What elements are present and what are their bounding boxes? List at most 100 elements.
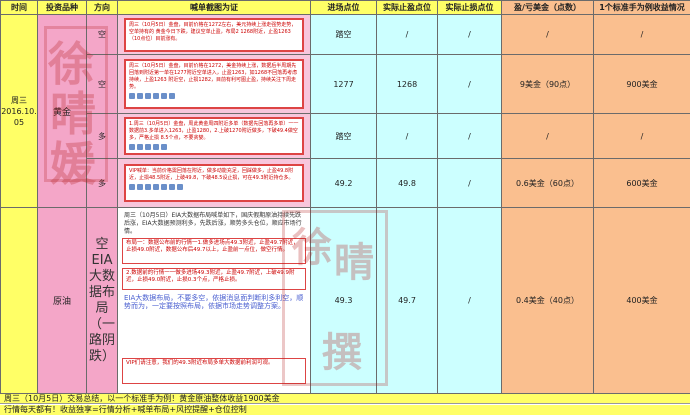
pnl-value: / (546, 131, 549, 141)
crude-variety: 原油 (52, 297, 71, 307)
sl-cell: / (437, 207, 502, 394)
direction-cell: 多 (86, 113, 118, 159)
table-row: 多 1.周三（10月5日）金盘，周此黄金周四附近多单（数据先回落再多单）一一数据… (1, 113, 690, 159)
std-cell: 900美金 (593, 54, 690, 114)
direction-value: 多 (98, 131, 106, 141)
summary-footer: 周三（10月5日）交易总结，以一个标准手为例！黄金原油整体收益1900美金 (0, 394, 690, 404)
proof-cell: 周三（10月5日）金盘，目前价格在1272左右，美元持续上涨走强势走势，空单持有… (117, 14, 311, 55)
direction-cell: 空 (86, 14, 118, 55)
crude-note-box-1: 布局一：数据公布前的行情一1.做多进场点49.3附近，止盈49.7附近，止损49… (122, 238, 306, 264)
crude-note-eia: EIA大数据布局，不要多空，依据消息面判断利多利空，顺势而为，一定要按照布局，依… (124, 294, 304, 310)
header-row: 时间 投资品种 方向 喊单截图为证 进场点位 实际止盈点位 实际止损点位 盈/亏… (0, 0, 690, 15)
pnl-cell: / (501, 14, 594, 55)
share-icons (129, 144, 299, 151)
direction-value: 多 (98, 178, 106, 188)
screenshot-image: 周三（10月5日）金盘，目前价格在1272左右，美元持续上涨走强势走势，空单持有… (124, 18, 304, 52)
slogan-footer: 行情每天都有！收益独享=行情分析+喊单布局+风控提醒+仓位控制 (0, 405, 690, 415)
date-cell-empty (0, 207, 38, 394)
share-icons (129, 93, 299, 100)
tp-value: 1268 (396, 79, 418, 89)
entry-value: 49.3 (334, 296, 353, 305)
crude-note-box-2: 2.数据前的行情一一做多进场49.3附近，止盈49.7附近，上破49.9附近，止… (122, 268, 306, 290)
screenshot-text: 周三（10月5日）金盘，目前价格在1272，美金持续上涨，数据后半周期先回落到附… (129, 63, 298, 90)
tp-cell: / (376, 14, 438, 55)
gold-variety-cell: 黄金 (37, 14, 87, 208)
direction-value: 空 (98, 30, 106, 39)
tp-value: / (405, 30, 409, 39)
crude-direction: 空 EIA大数据布局（一路阴跌） (88, 236, 115, 364)
header-variety: 投资品种 (37, 0, 87, 15)
sl-cell: / (437, 54, 502, 114)
std-cell: / (593, 113, 690, 159)
header-stop-loss: 实际止损点位 (437, 0, 502, 15)
std-cell: 600美金 (593, 158, 690, 208)
entry-cell: 踏空 (310, 113, 377, 159)
pnl-value: 9美金（90点） (519, 79, 576, 89)
tp-cell: 49.7 (376, 207, 438, 394)
crude-note-intro: 周三（10月5日）EIA大数据布局喊单如下，国庆假期原油持续先跌后涨，EIA大数… (124, 212, 302, 235)
date-text: 周三 2016.10. 05 (1, 95, 37, 127)
crude-variety-cell: 原油 (37, 207, 87, 394)
entry-value: 49.2 (334, 178, 353, 188)
sl-value: / (468, 131, 471, 141)
date-cell: 周三 2016.10. 05 (0, 14, 38, 208)
std-value: 600美金 (626, 178, 658, 188)
sl-value: / (468, 178, 471, 188)
header-take-profit: 实际止盈点位 (376, 0, 438, 15)
table-row: 周三 2016.10. 05 黄金 空 周三（10月5日）金盘，目前价格在127… (0, 14, 690, 208)
sl-cell: / (437, 113, 502, 159)
header-time: 时间 (0, 0, 38, 15)
share-icons (129, 184, 299, 191)
entry-cell: 1277 (310, 54, 377, 114)
screenshot-text: 1.周三（10月5日）金盘，周此黄金周四附近多单（数据先回落再多单）一一数据前3… (129, 121, 299, 141)
header-pnl: 盈/亏美金（点数） (501, 0, 594, 15)
table-row: 原油 空 EIA大数据布局（一路阴跌） 周三（10月5日）EIA大数据布局喊单如… (0, 207, 690, 394)
std-value: 400美金 (626, 296, 658, 305)
entry-value: 1277 (333, 79, 354, 89)
table-row: 多 VIP喊单：当前价格需回落在附近，做多动能充足，回踩做多，止盈49.8附近，… (1, 158, 690, 208)
direction-value: 空 (98, 79, 106, 89)
sl-value: / (468, 79, 471, 89)
header-direction: 方向 (86, 0, 118, 15)
std-cell: 400美金 (593, 207, 690, 394)
sl-cell: / (437, 14, 502, 55)
std-value: / (640, 30, 644, 39)
direction-cell: 多 (86, 158, 118, 208)
proof-cell: VIP喊单：当前价格需回落在附近，做多动能充足，回踩做多，止盈49.8附近，止损… (117, 158, 311, 208)
screenshot-image: VIP喊单：当前价格需回落在附近，做多动能充足，回踩做多，止盈49.8附近，止损… (124, 164, 304, 202)
std-value: / (640, 131, 644, 141)
pnl-cell: 9美金（90点） (501, 54, 594, 114)
std-value: 900美金 (626, 79, 658, 89)
pnl-value: 0.4美金（40点） (516, 296, 579, 305)
sl-cell: / (437, 158, 502, 208)
screenshot-image: 周三（10月5日）金盘，目前价格在1272，美金持续上涨，数据后半周期先回落到附… (124, 59, 304, 109)
pnl-cell: 0.6美金（60点） (501, 158, 594, 208)
direction-cell: 空 (86, 54, 118, 114)
entry-value: 踏空 (335, 131, 352, 141)
entry-value: 踏空 (335, 30, 352, 39)
pnl-cell: / (501, 113, 594, 159)
proof-cell: 周三（10月5日）金盘，目前价格在1272，美金持续上涨，数据后半周期先回落到附… (117, 54, 311, 114)
table-row: 空 周三（10月5日）金盘，目前价格在1272，美金持续上涨，数据后半周期先回落… (1, 54, 690, 114)
tp-value: / (405, 131, 409, 141)
tp-cell: 49.8 (376, 158, 438, 208)
pnl-value: / (546, 30, 549, 39)
screenshot-text: VIP喊单：当前价格需回落在附近，做多动能充足，回踩做多，止盈49.8附近，止损… (129, 168, 294, 181)
trade-record-table: 时间 投资品种 方向 喊单截图为证 进场点位 实际止盈点位 实际止损点位 盈/亏… (0, 0, 690, 394)
std-cell: / (593, 14, 690, 55)
header-proof: 喊单截图为证 (117, 0, 311, 15)
entry-cell: 49.2 (310, 158, 377, 208)
pnl-value: 0.6美金（60点） (516, 178, 579, 188)
entry-cell: 49.3 (310, 207, 377, 394)
tp-value: 49.8 (398, 178, 416, 188)
gold-variety: 黄金 (52, 107, 71, 118)
screenshot-image: 1.周三（10月5日）金盘，周此黄金周四附近多单（数据先回落再多单）一一数据前3… (124, 117, 304, 155)
tp-cell: / (376, 113, 438, 159)
entry-cell: 踏空 (310, 14, 377, 55)
sl-value: / (468, 30, 471, 39)
header-entry: 进场点位 (310, 0, 377, 15)
screenshot-text: 周三（10月5日）金盘，目前价格在1272左右，美元持续上涨走强势走势，空单持有… (129, 22, 297, 42)
proof-cell: 1.周三（10月5日）金盘，周此黄金周四附近多单（数据先回落再多单）一一数据前3… (117, 113, 311, 159)
pnl-cell: 0.4美金（40点） (501, 207, 594, 394)
crude-note-box-3: VIP们请注意，我们的49.3附近布局多单大数据前利润可观。 (122, 358, 306, 384)
